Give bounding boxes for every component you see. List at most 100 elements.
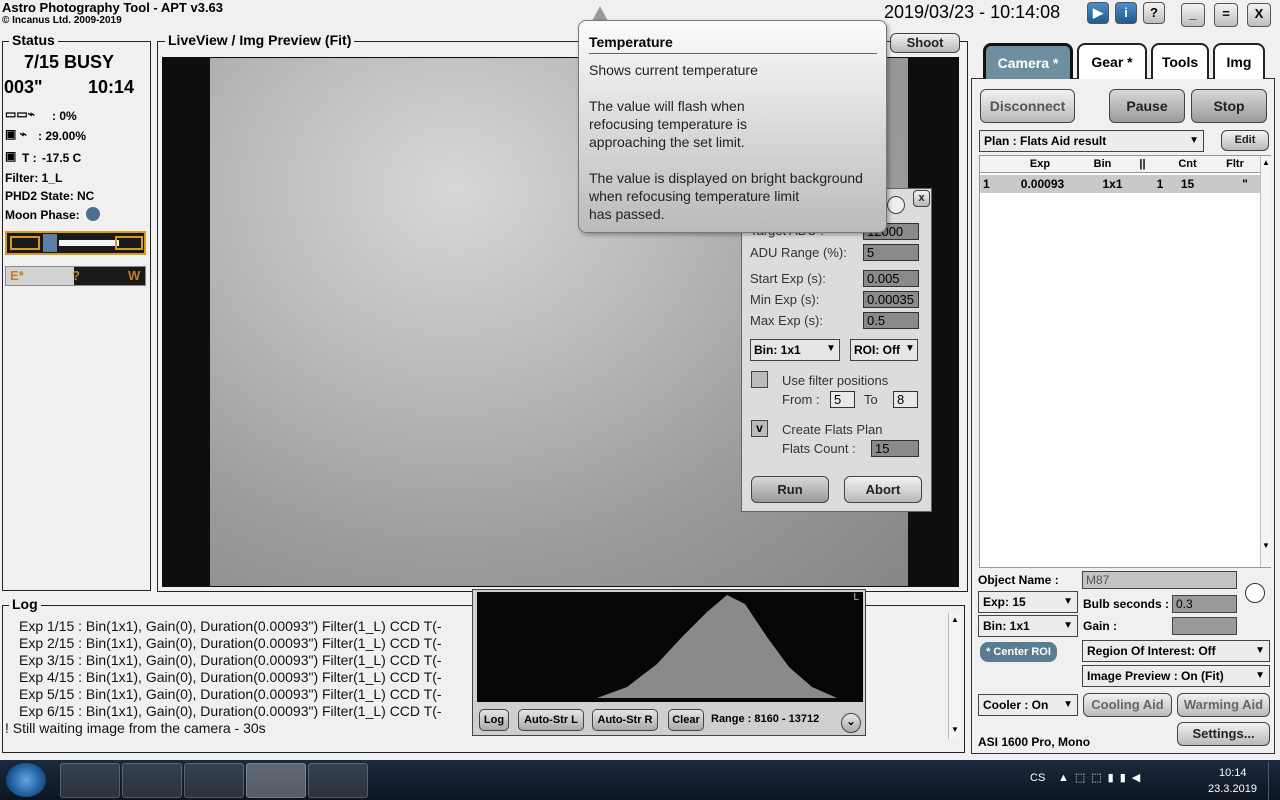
tab-tools[interactable]: Tools [1151,43,1209,79]
moon-phase-label: Moon Phase: [5,208,80,222]
create-plan-checkbox[interactable]: v [751,420,768,437]
tray-icons[interactable]: ▲⬚⬚▮▮◀ [1058,771,1146,784]
ew-indicator: E* ? W [5,266,146,286]
scroll-down-icon[interactable]: ▼ [1262,541,1270,550]
table-scrollbar[interactable]: ▲ ▼ [1260,156,1271,567]
min-exp-field[interactable]: 0.00035 [863,291,919,308]
tab-camera[interactable]: Camera * [983,43,1073,79]
tooltip-pointer [592,6,608,21]
chevron-down-icon: ▼ [826,343,836,354]
disconnect-button[interactable]: Disconnect [980,89,1075,123]
tooltip-title: Temperature [589,34,673,50]
to-label: To [864,392,878,407]
object-name-field[interactable]: M87 [1082,571,1237,589]
app-copyright: © Incanus Ltd. 2009-2019 [2,15,122,26]
max-exp-field[interactable]: 0.5 [863,312,919,329]
info-button[interactable]: i [1115,2,1137,24]
cooler-select[interactable]: Cooler : On [978,694,1078,716]
shoot-button[interactable]: Shoot [890,33,960,53]
table-header: Exp Bin || Cnt Fltr [980,156,1260,173]
tab-img[interactable]: Img [1213,43,1265,79]
plan-table: Exp Bin || Cnt Fltr 1 0.00093 1x1 1 15 "… [979,155,1271,568]
apt-icon[interactable] [246,763,306,798]
use-filter-checkbox[interactable] [751,371,768,388]
pause-button[interactable]: Pause [1109,89,1185,123]
close-button[interactable]: X [1247,3,1271,27]
show-desktop-button[interactable] [1268,762,1280,800]
camera-icon: ▭▭⌁ [5,107,35,121]
expand-button[interactable]: ⌄ [841,713,861,733]
row-index: 1 [983,177,990,191]
minimize-button[interactable]: _ [1181,3,1205,27]
scroll-up-icon[interactable]: ▲ [1262,158,1270,167]
warming-aid-button[interactable]: Warming Aid [1177,693,1270,717]
stop-button[interactable]: Stop [1191,89,1267,123]
dialog-close-button[interactable]: x [913,190,930,207]
to-field[interactable]: 8 [893,391,918,408]
histogram-panel: L Log Auto-Str L Auto-Str R Clear Range … [472,589,866,736]
cooling-aid-button[interactable]: Cooling Aid [1083,693,1172,717]
plan-select[interactable]: Plan : Flats Aid result [979,130,1204,152]
abort-button[interactable]: Abort [844,476,922,503]
adu-range-field[interactable]: 5 [863,244,919,261]
max-exp-label: Max Exp (s): [750,313,823,328]
center-roi-button[interactable]: * Center ROI [980,642,1057,662]
log-button[interactable]: Log [479,709,509,731]
explorer-icon[interactable] [122,763,182,798]
focuser-left-icon [10,236,40,250]
gain-label: Gain : [1083,619,1118,633]
status-exposure: 003" [4,77,43,97]
min-exp-label: Min Exp (s): [750,292,820,307]
bulb-seconds-field[interactable]: 0.3 [1172,595,1237,613]
flats-count-label: Flats Count : [782,441,856,456]
bin-select[interactable]: Bin: 1x1 [978,615,1078,637]
exp-select[interactable]: Exp: 15 [978,591,1078,613]
play-button[interactable]: ▶ [1087,2,1109,24]
auto-stretch-right-button[interactable]: Auto-Str R [592,709,658,731]
log-line: Exp 5/15 : Bin(1x1), Gain(0), Duration(0… [19,686,442,702]
clear-button[interactable]: Clear [668,709,704,731]
start-exp-field[interactable]: 0.005 [863,270,919,287]
target-circle-icon[interactable] [1245,583,1265,603]
ie-icon[interactable] [60,763,120,798]
tab-gear[interactable]: Gear * [1077,43,1147,79]
scroll-up-icon[interactable]: ▲ [951,615,959,624]
log-line: Exp 6/15 : Bin(1x1), Gain(0), Duration(0… [19,703,442,719]
scroll-down-icon[interactable]: ▼ [951,725,959,734]
help-circle-icon[interactable] [887,196,905,214]
roi-select[interactable]: Region Of Interest: Off [1082,640,1270,662]
flats-count-field[interactable]: 15 [871,440,919,457]
row-bin: 1x1 [1102,177,1123,191]
log-label: Log [9,596,41,612]
gain-field[interactable] [1172,617,1237,635]
media-player-icon[interactable] [184,763,244,798]
bulb-seconds-label: Bulb seconds : [1083,597,1170,611]
status-cam2: : 29.00% [38,129,87,143]
help-button[interactable]: ? [1143,2,1165,24]
thermometer-icon: ▣ [5,149,17,163]
log-scrollbar[interactable]: ▲ ▼ [948,613,961,739]
table-row[interactable]: 1 0.00093 1x1 1 15 " [980,175,1260,193]
start-exp-label: Start Exp (s): [750,271,826,286]
focuser-bar[interactable] [5,231,146,255]
image-preview-select[interactable]: Image Preview : On (Fit) [1082,665,1270,687]
temp-value[interactable]: -17.5 C [42,151,81,165]
focuser-track [59,240,119,246]
adu-range-label: ADU Range (%): [750,245,847,260]
phd2-status: PHD2 State: NC [5,189,95,203]
start-button-icon[interactable] [6,763,46,797]
from-label: From : [782,392,820,407]
edit-plan-button[interactable]: Edit [1221,130,1269,151]
auto-stretch-left-button[interactable]: Auto-Str L [518,709,584,731]
language-indicator[interactable]: CS [1030,772,1045,784]
use-filter-label: Use filter positions [782,373,889,388]
col-fltr: Fltr [1226,158,1244,170]
status-panel [2,41,151,591]
run-button[interactable]: Run [751,476,829,503]
from-field[interactable]: 5 [830,391,855,408]
settings-button[interactable]: Settings... [1177,722,1270,746]
camera-name: ASI 1600 Pro, Mono [978,735,1091,749]
maximize-button[interactable]: = [1214,3,1238,27]
temperature-tooltip: Temperature Shows current temperature Th… [578,20,887,233]
paint-icon[interactable] [308,763,368,798]
